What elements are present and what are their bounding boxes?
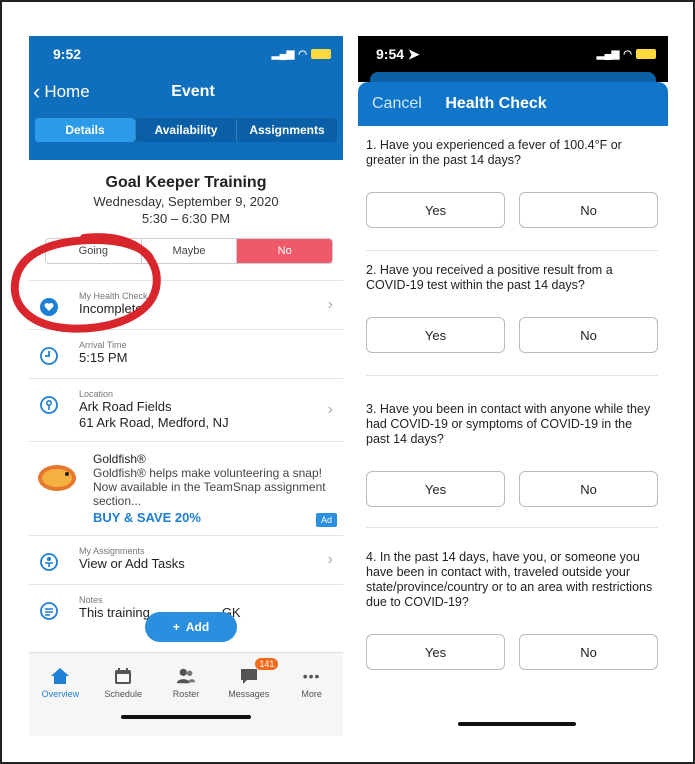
no-button[interactable]: No [519, 317, 658, 353]
goldfish-logo [35, 458, 79, 498]
status-bar: 9:54 ➤ ▂▄▆ ◠ [358, 36, 668, 72]
question-text: 4. In the past 14 days, have you, or som… [366, 550, 653, 609]
location-label: Location [79, 389, 114, 399]
home-indicator [458, 722, 576, 726]
no-button[interactable]: No [519, 192, 658, 228]
sheet-background [370, 72, 656, 82]
yes-button[interactable]: Yes [366, 634, 505, 670]
location-address: 61 Ark Road, Medford, NJ [79, 415, 229, 430]
ad-title: Goldfish® [93, 452, 146, 466]
question-text: 1. Have you experienced a fever of 100.4… [366, 138, 622, 167]
rsvp-control: Going Maybe No [45, 238, 333, 264]
status-bar: 9:52 ▂▄▆ ◠ [29, 36, 343, 72]
question-text: 3. Have you been in contact with anyone … [366, 402, 651, 446]
screenshot-frame: 9:52 ▂▄▆ ◠ ‹ Home Event Details Availabi… [0, 0, 695, 764]
ellipsis-icon: ••• [302, 667, 321, 684]
tab-overview[interactable]: Overview [29, 653, 92, 711]
signal-icon: ▂▄▆ [271, 48, 295, 60]
tab-more[interactable]: ••• More [280, 653, 343, 711]
health-check-status: Incomplete [79, 301, 143, 316]
add-button-label: Add [185, 620, 210, 634]
ad-badge: Ad [315, 513, 337, 527]
wifi-icon: ◠ [298, 48, 307, 60]
tab-roster[interactable]: Roster [155, 653, 218, 711]
sponsored-ad[interactable]: Goldfish® Goldfish® helps make volunteer… [29, 441, 343, 535]
health-check-label: My Health Check [79, 291, 148, 301]
back-button[interactable]: ‹ Home [33, 81, 90, 103]
back-label: Home [44, 82, 90, 101]
status-time: 9:54 ➤ [376, 45, 420, 62]
battery-icon [636, 49, 656, 59]
event-time: 5:30 – 6:30 PM [141, 211, 231, 226]
chevron-right-icon: › [327, 551, 333, 568]
rsvp-going-button[interactable]: Going [46, 239, 141, 263]
nav-bar: ‹ Home Event [29, 72, 343, 112]
no-button[interactable]: No [519, 634, 658, 670]
arrival-time-row: Arrival Time 5:15 PM [29, 329, 343, 378]
event-title: Goal Keeper Training [105, 174, 267, 191]
bottom-tab-bar: Overview Schedule Roster 141 Messages ••… [29, 652, 343, 736]
question-1: 1. Have you experienced a fever of 100.4… [358, 126, 668, 251]
tab-availability[interactable]: Availability [135, 118, 236, 142]
signal-icon: ▂▄▆ [596, 48, 620, 60]
notes-label: Notes [79, 595, 103, 605]
arrival-time-label: Arrival Time [79, 340, 127, 350]
battery-icon [311, 49, 331, 59]
chevron-right-icon: › [327, 296, 333, 313]
event-summary: Goal Keeper Training Wednesday, Septembe… [29, 160, 343, 226]
detail-list: My Health Check Incomplete › Arrival Tim… [29, 280, 343, 633]
health-check-row[interactable]: My Health Check Incomplete › [29, 280, 343, 329]
question-text: 2. Have you received a positive result f… [366, 263, 613, 292]
event-screen: 9:52 ▂▄▆ ◠ ‹ Home Event Details Availabi… [29, 36, 343, 736]
home-indicator [121, 715, 251, 719]
location-pin-icon [37, 393, 61, 417]
question-4: 4. In the past 14 days, have you, or som… [358, 528, 668, 670]
ad-cta-link[interactable]: BUY & SAVE 20% [93, 510, 333, 525]
chevron-right-icon: › [327, 401, 333, 418]
status-icons: ▂▄▆ ◠ [272, 49, 331, 60]
question-3: 3. Have you been in contact with anyone … [358, 376, 668, 528]
chat-icon [239, 666, 259, 686]
wifi-icon: ◠ [623, 48, 632, 60]
assignments-label: My Assignments [79, 546, 145, 556]
yes-button[interactable]: Yes [366, 317, 505, 353]
tab-assignments[interactable]: Assignments [236, 118, 337, 142]
tab-messages[interactable]: 141 Messages [217, 653, 280, 711]
add-button[interactable]: + Add [145, 612, 237, 642]
segmented-control: Details Availability Assignments [35, 118, 337, 142]
people-icon [176, 666, 196, 686]
event-date: Wednesday, September 9, 2020 [93, 194, 279, 209]
assignment-icon [37, 550, 61, 574]
notes-icon [37, 599, 61, 623]
calendar-icon [113, 666, 133, 686]
ad-body: Goldfish® helps make volunteering a snap… [93, 466, 326, 508]
event-header: 9:52 ▂▄▆ ◠ ‹ Home Event Details Availabi… [29, 36, 343, 160]
house-icon [50, 666, 70, 686]
location-name: Ark Road Fields [79, 399, 172, 414]
question-2: 2. Have you received a positive result f… [358, 251, 668, 376]
status-icons: ▂▄▆ ◠ [597, 49, 656, 60]
chevron-left-icon: ‹ [33, 79, 41, 104]
tab-schedule[interactable]: Schedule [92, 653, 155, 711]
yes-button[interactable]: Yes [366, 192, 505, 228]
assignments-value: View or Add Tasks [79, 556, 185, 571]
health-check-screen: 9:54 ➤ ▂▄▆ ◠ Cancel Health Check 1. Have… [358, 36, 668, 736]
assignments-row[interactable]: My Assignments View or Add Tasks › [29, 535, 343, 584]
status-time: 9:52 [53, 46, 82, 62]
heart-icon [37, 295, 61, 319]
messages-badge: 141 [255, 658, 279, 670]
location-row[interactable]: Location Ark Road Fields 61 Ark Road, Me… [29, 378, 343, 441]
modal-nav-bar: Cancel Health Check [358, 82, 668, 126]
arrival-time-value: 5:15 PM [79, 350, 128, 365]
rsvp-no-button[interactable]: No [236, 239, 332, 263]
rsvp-maybe-button[interactable]: Maybe [140, 239, 237, 263]
no-button[interactable]: No [519, 471, 658, 507]
cancel-button[interactable]: Cancel [372, 95, 422, 113]
clock-icon [37, 344, 61, 368]
plus-icon: + [172, 620, 180, 634]
location-arrow-icon: ➤ [407, 45, 420, 62]
tab-details[interactable]: Details [35, 118, 135, 142]
yes-button[interactable]: Yes [366, 471, 505, 507]
